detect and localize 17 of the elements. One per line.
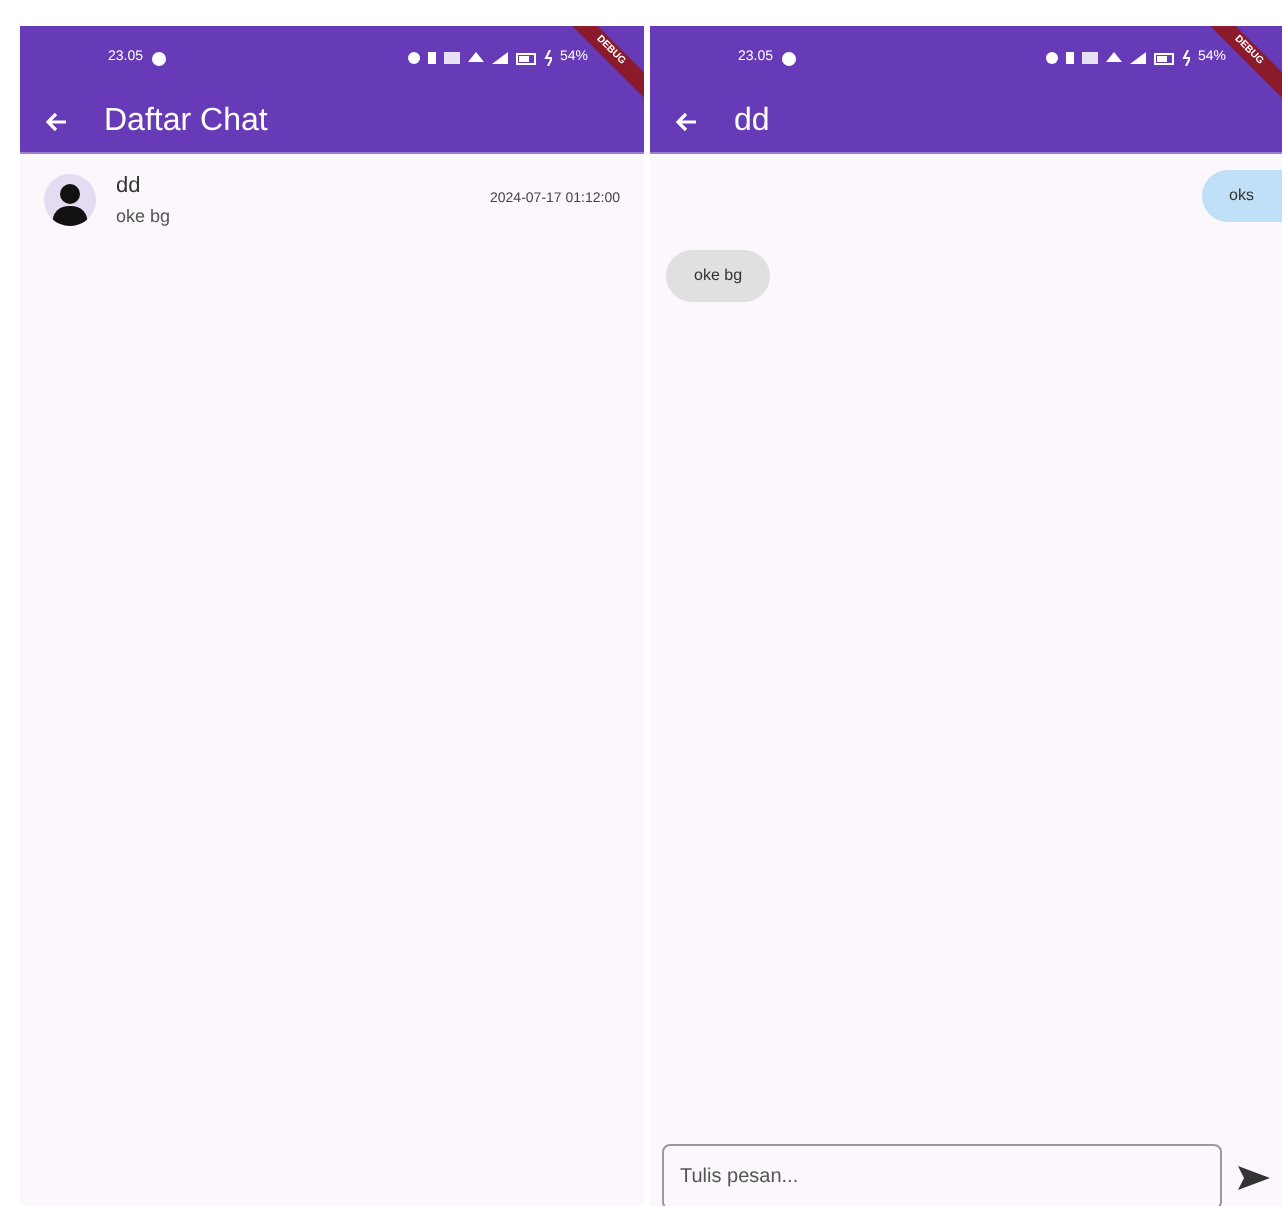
screen-title: dd <box>734 101 770 141</box>
charging-icon <box>543 50 552 66</box>
send-icon[interactable] <box>1238 1165 1270 1189</box>
person-icon <box>50 182 90 226</box>
back-icon[interactable] <box>674 109 698 133</box>
battery-icon <box>1153 50 1174 66</box>
screen-title: Daftar Chat <box>104 101 268 141</box>
last-message: oke bg <box>116 203 171 230</box>
signal-icon <box>1129 50 1146 66</box>
charging-icon <box>1181 50 1190 66</box>
message-bubble: oke bg <box>666 250 771 302</box>
battery-icon <box>515 50 536 66</box>
contact-name: dd <box>116 172 143 202</box>
message-field[interactable]: Tulis pesan... <box>662 1144 1222 1206</box>
back-icon[interactable] <box>44 109 68 133</box>
message-bubble: oks <box>1201 170 1282 222</box>
signal-icon <box>491 50 508 66</box>
